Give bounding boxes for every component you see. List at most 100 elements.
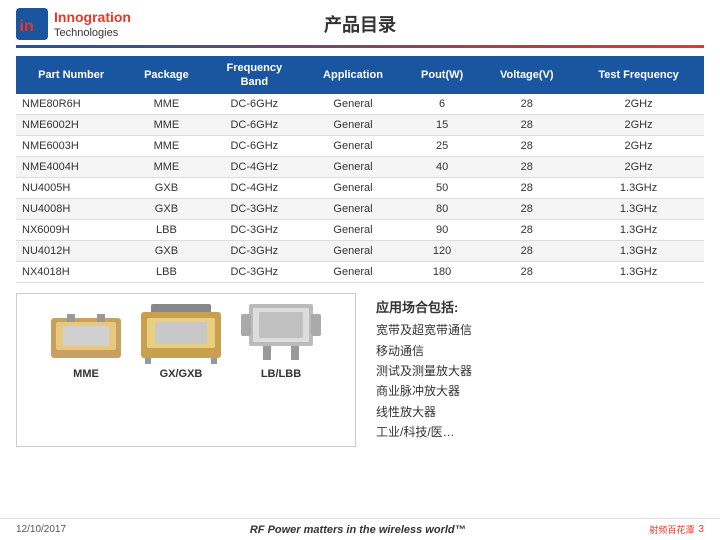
cell-6: 2GHz	[573, 94, 704, 115]
cell-0: NME80R6H	[16, 94, 126, 115]
application-item: 线性放大器	[376, 402, 700, 422]
cell-1: LBB	[126, 220, 206, 241]
col-test-freq: Test Frequency	[573, 56, 704, 95]
footer: 12/10/2017 RF Power matters in the wirel…	[0, 518, 720, 540]
table-row: NME4004HMMEDC-4GHzGeneral40282GHz	[16, 157, 704, 178]
table-body: NME80R6HMMEDC-6GHzGeneral6282GHzNME6002H…	[16, 94, 704, 283]
table-row: NME6002HMMEDC-6GHzGeneral15282GHz	[16, 115, 704, 136]
logo-icon: in	[16, 8, 48, 40]
application-item: 宽带及超宽带通信	[376, 320, 700, 340]
gxb-image	[141, 304, 221, 364]
cell-4: 6	[404, 94, 481, 115]
table-row: NU4008HGXBDC-3GHzGeneral80281.3GHz	[16, 199, 704, 220]
cell-4: 80	[404, 199, 481, 220]
logo-brand: Innogration	[54, 9, 131, 25]
cell-1: MME	[126, 115, 206, 136]
cell-6: 2GHz	[573, 115, 704, 136]
cell-3: General	[302, 157, 404, 178]
logo-text: Innogration Technologies	[54, 8, 131, 41]
cell-5: 28	[480, 115, 573, 136]
application-item: 商业脉冲放大器	[376, 381, 700, 401]
cell-6: 2GHz	[573, 136, 704, 157]
package-mme: MME	[51, 312, 121, 380]
lbb-label: LB/LBB	[261, 368, 301, 380]
col-package: Package	[126, 56, 206, 95]
table-row: NME80R6HMMEDC-6GHzGeneral6282GHz	[16, 94, 704, 115]
header: in Innogration Technologies 产品目录	[0, 0, 720, 45]
cell-4: 180	[404, 262, 481, 283]
cell-0: NU4005H	[16, 178, 126, 199]
cell-4: 40	[404, 157, 481, 178]
cell-5: 28	[480, 241, 573, 262]
cell-0: NME4004H	[16, 157, 126, 178]
cell-2: DC-4GHz	[206, 178, 302, 199]
cell-3: General	[302, 136, 404, 157]
col-application: Application	[302, 56, 404, 95]
mme-label: MME	[73, 368, 99, 380]
table-header-row: Part Number Package FrequencyBand Applic…	[16, 56, 704, 95]
cell-3: General	[302, 199, 404, 220]
logo-subtitle: Technologies	[54, 26, 131, 40]
col-voltage: Voltage(V)	[480, 56, 573, 95]
cell-5: 28	[480, 262, 573, 283]
cell-5: 28	[480, 157, 573, 178]
cell-0: NME6002H	[16, 115, 126, 136]
cell-1: MME	[126, 94, 206, 115]
cell-5: 28	[480, 136, 573, 157]
watermark: 射频百花潭	[649, 523, 694, 536]
table-row: NU4012HGXBDC-3GHzGeneral120281.3GHz	[16, 241, 704, 262]
cell-2: DC-6GHz	[206, 115, 302, 136]
cell-3: General	[302, 178, 404, 199]
cell-4: 25	[404, 136, 481, 157]
cell-2: DC-3GHz	[206, 199, 302, 220]
cell-0: NU4012H	[16, 241, 126, 262]
cell-2: DC-4GHz	[206, 157, 302, 178]
applications-title: 应用场合包括:	[376, 297, 700, 316]
package-images: MME GX/GXB	[51, 304, 321, 380]
cell-3: General	[302, 220, 404, 241]
cell-6: 1.3GHz	[573, 199, 704, 220]
table-row: NME6003HMMEDC-6GHzGeneral25282GHz	[16, 136, 704, 157]
cell-3: General	[302, 241, 404, 262]
cell-6: 1.3GHz	[573, 220, 704, 241]
logo-area: in Innogration Technologies	[16, 8, 131, 41]
table-row: NU4005HGXBDC-4GHzGeneral50281.3GHz	[16, 178, 704, 199]
footer-right: 射频百花潭 3	[649, 523, 704, 536]
mme-image	[51, 312, 121, 364]
table-row: NX4018HLBBDC-3GHzGeneral180281.3GHz	[16, 262, 704, 283]
page-number: 3	[698, 524, 704, 535]
footer-tagline: RF Power matters in the wireless world™	[250, 524, 466, 536]
footer-date: 12/10/2017	[16, 524, 66, 535]
cell-1: GXB	[126, 199, 206, 220]
cell-2: DC-6GHz	[206, 136, 302, 157]
cell-3: General	[302, 115, 404, 136]
cell-4: 15	[404, 115, 481, 136]
cell-4: 50	[404, 178, 481, 199]
cell-6: 1.3GHz	[573, 241, 704, 262]
package-lbb: LB/LBB	[241, 304, 321, 380]
product-table: Part Number Package FrequencyBand Applic…	[16, 56, 704, 284]
cell-1: MME	[126, 157, 206, 178]
cell-2: DC-3GHz	[206, 262, 302, 283]
gxb-label: GX/GXB	[160, 368, 203, 380]
application-item: 测试及测量放大器	[376, 361, 700, 381]
lbb-image	[241, 304, 321, 364]
cell-4: 120	[404, 241, 481, 262]
cell-5: 28	[480, 94, 573, 115]
packages-area: MME GX/GXB	[16, 293, 356, 446]
cell-0: NME6003H	[16, 136, 126, 157]
cell-5: 28	[480, 199, 573, 220]
application-item: 移动通信	[376, 341, 700, 361]
package-gxb: GX/GXB	[141, 304, 221, 380]
svg-text:in: in	[20, 18, 34, 35]
cell-5: 28	[480, 220, 573, 241]
page-title: 产品目录	[324, 11, 396, 37]
cell-1: MME	[126, 136, 206, 157]
cell-1: GXB	[126, 241, 206, 262]
header-divider	[16, 45, 704, 48]
table-container: Part Number Package FrequencyBand Applic…	[16, 56, 704, 284]
applications-area: 应用场合包括: 宽带及超宽带通信移动通信测试及测量放大器商业脉冲放大器线性放大器…	[372, 293, 704, 446]
cell-6: 1.3GHz	[573, 262, 704, 283]
applications-list: 宽带及超宽带通信移动通信测试及测量放大器商业脉冲放大器线性放大器工业/科技/医…	[376, 320, 700, 442]
cell-5: 28	[480, 178, 573, 199]
